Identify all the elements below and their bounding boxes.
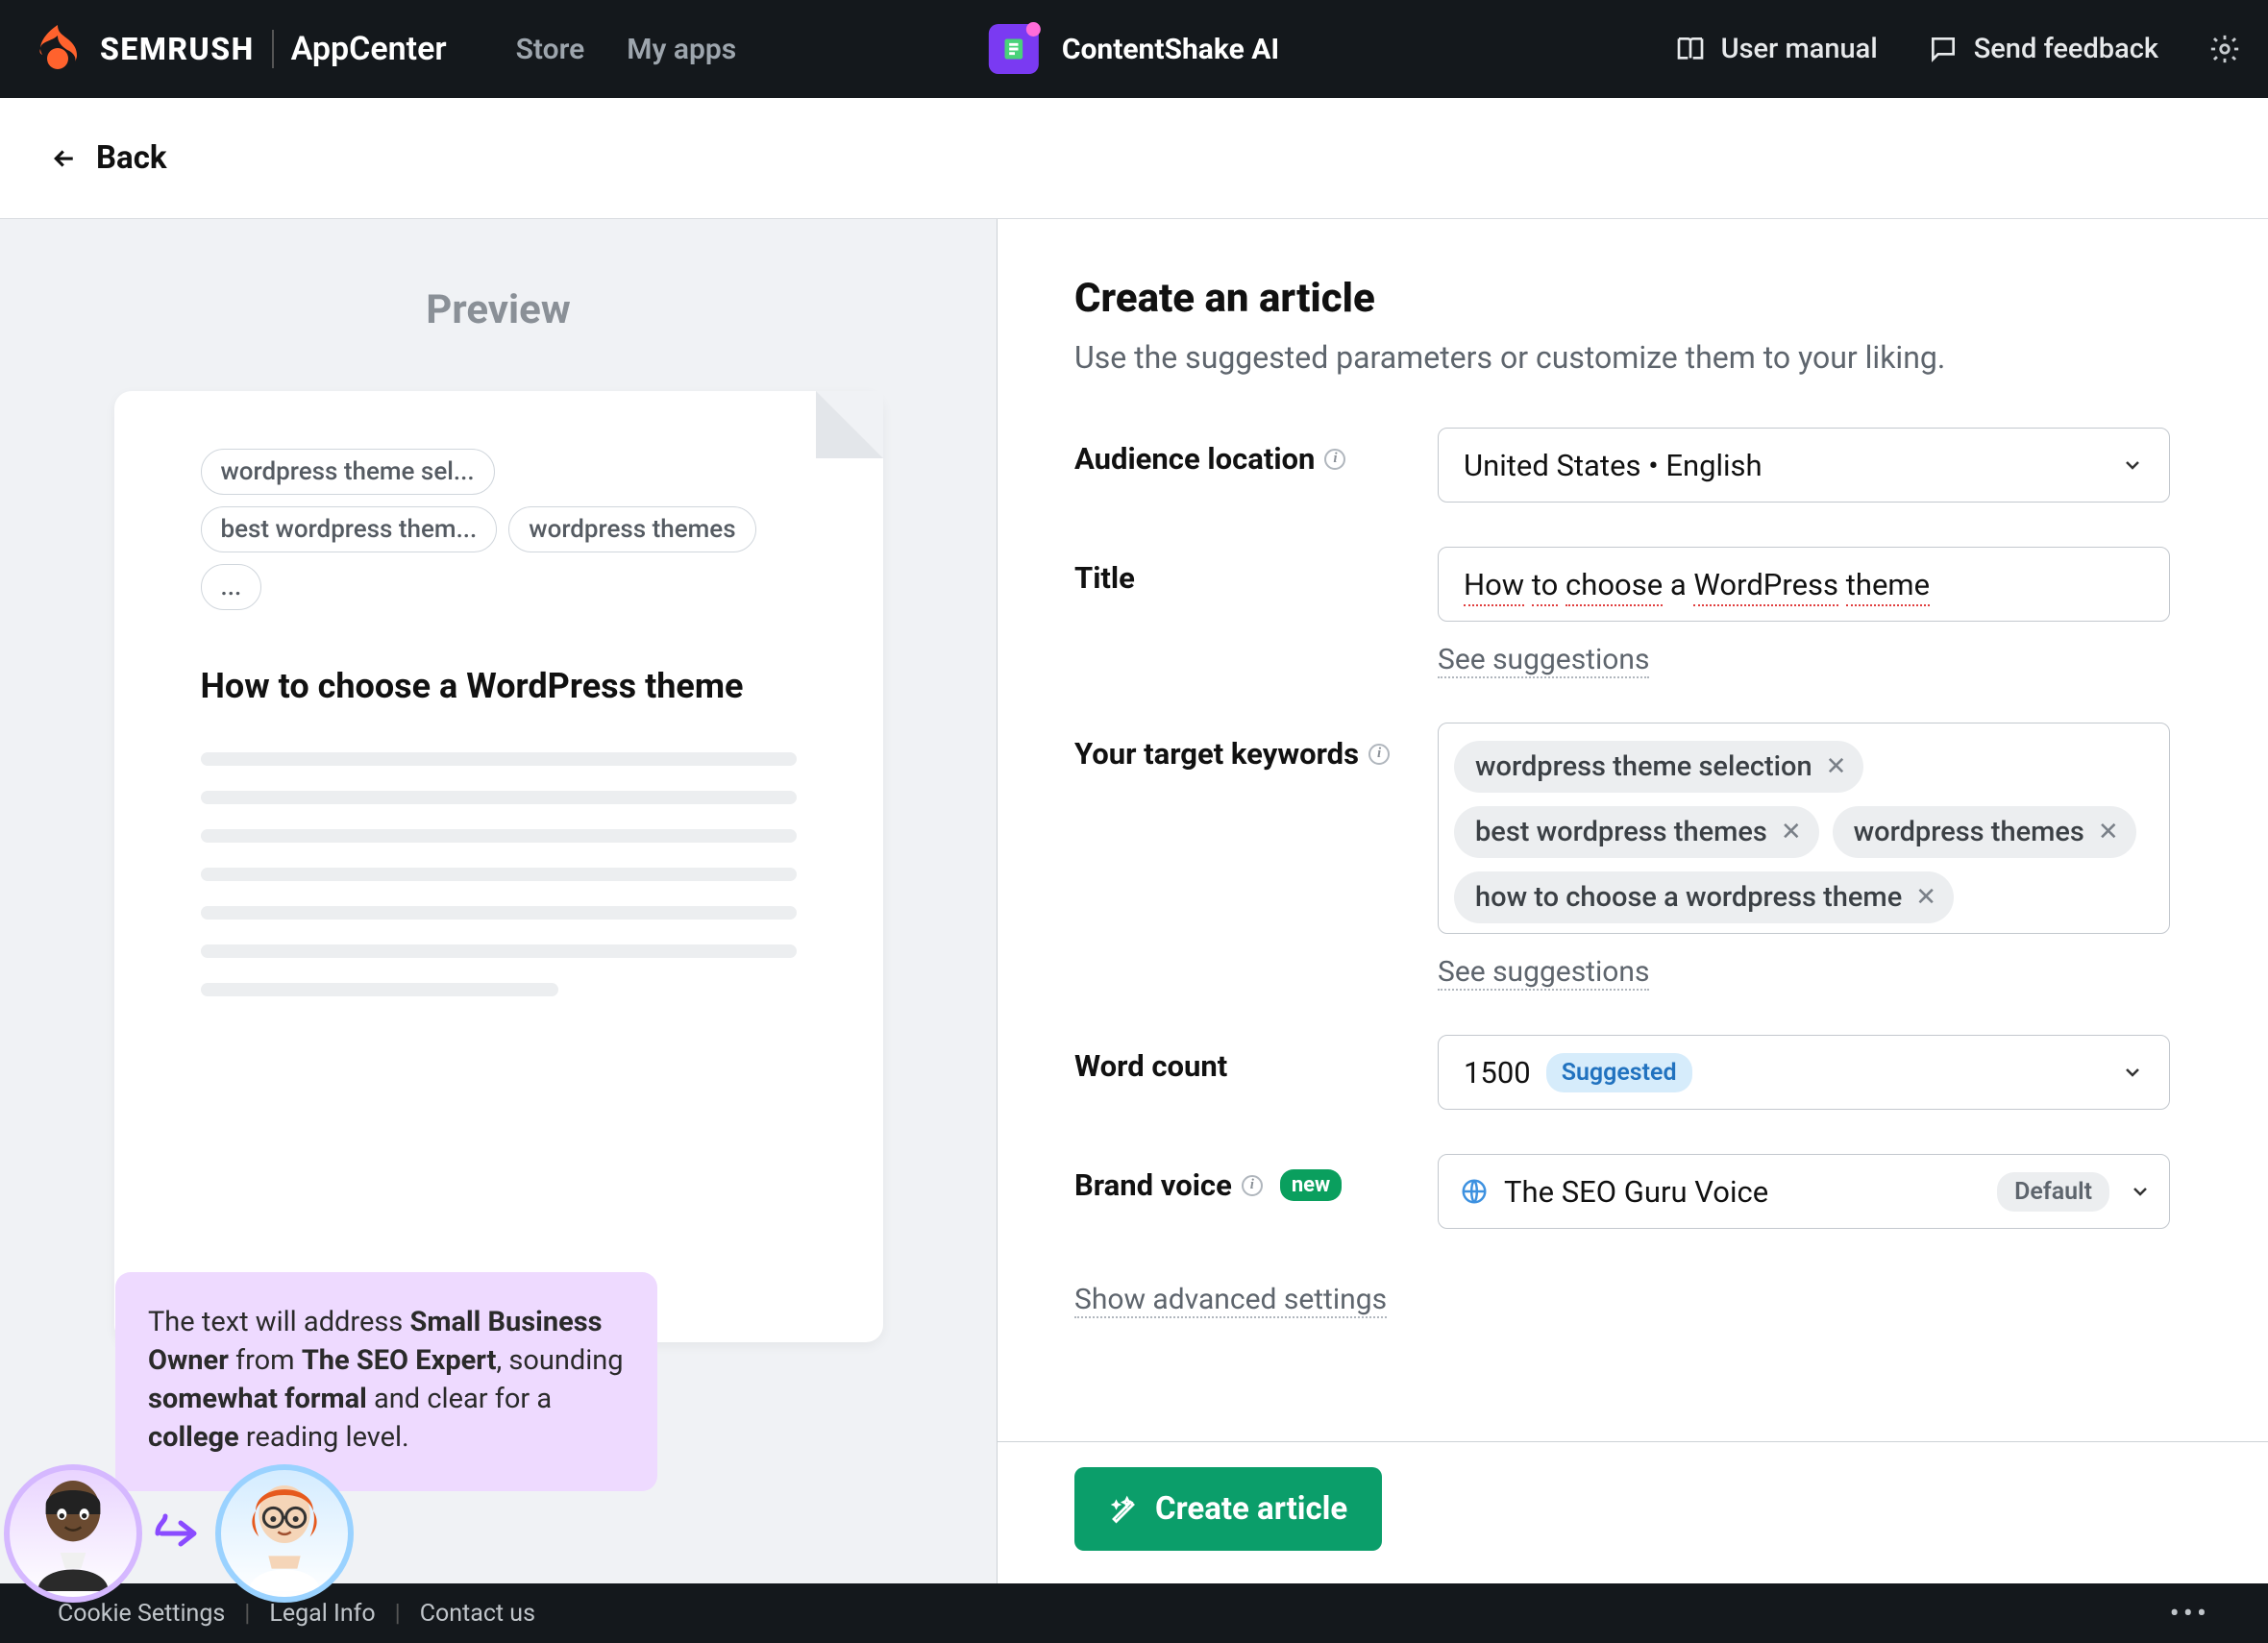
legal-info-link[interactable]: Legal Info	[269, 1600, 375, 1628]
app-icon	[989, 24, 1039, 74]
wordcount-label: Word count	[1074, 1035, 1438, 1084]
preview-tag: best wordpress them...	[201, 506, 498, 552]
preview-tag: ...	[201, 564, 262, 610]
keyword-chip[interactable]: wordpress theme selection✕	[1454, 741, 1863, 793]
user-manual-link[interactable]: User manual	[1675, 33, 1878, 65]
more-menu[interactable]: •••	[2170, 1597, 2210, 1631]
divider	[272, 30, 274, 68]
appcenter-label[interactable]: AppCenter	[291, 30, 447, 68]
cookie-settings-link[interactable]: Cookie Settings	[58, 1600, 225, 1628]
chevron-down-icon	[2121, 454, 2144, 477]
title-input[interactable]: How to choose a WordPress theme	[1438, 547, 2170, 622]
remove-keyword-icon[interactable]: ✕	[1781, 818, 1802, 846]
create-article-label: Create article	[1155, 1490, 1347, 1528]
user-manual-label: User manual	[1721, 33, 1878, 65]
info-icon[interactable]: i	[1324, 449, 1345, 470]
nav-myapps[interactable]: My apps	[627, 33, 736, 66]
gear-icon[interactable]	[2208, 33, 2241, 65]
preview-tag: wordpress themes	[508, 506, 755, 552]
chevron-down-icon	[2129, 1180, 2152, 1203]
preview-heading: Preview	[96, 286, 900, 333]
preview-document: wordpress theme sel... best wordpress the…	[114, 391, 883, 1342]
preview-tag: wordpress theme sel...	[201, 449, 495, 495]
page-subtitle: Use the suggested parameters or customiz…	[1074, 339, 2206, 376]
brand-text: SEMRUSH	[100, 31, 255, 67]
brand-voice-label: Brand voice i new	[1074, 1154, 1438, 1203]
keyword-chip[interactable]: how to choose a wordpress theme✕	[1454, 871, 1954, 923]
brand-voice-value: The SEO Guru Voice	[1504, 1174, 1768, 1210]
avatar-reader	[215, 1464, 354, 1603]
remove-keyword-icon[interactable]: ✕	[1915, 883, 1936, 912]
remove-keyword-icon[interactable]: ✕	[2098, 818, 2119, 846]
wordcount-select[interactable]: 1500 Suggested	[1438, 1035, 2170, 1110]
contact-link[interactable]: Contact us	[420, 1600, 535, 1628]
chevron-down-icon	[2121, 1061, 2144, 1084]
back-button[interactable]: Back	[50, 139, 167, 177]
audience-value: United States • English	[1464, 448, 1763, 483]
info-icon[interactable]: i	[1242, 1175, 1263, 1196]
keywords-suggestions-link[interactable]: See suggestions	[1438, 955, 1649, 991]
title-label: Title	[1074, 547, 1438, 596]
send-feedback-label: Send feedback	[1974, 33, 2158, 65]
arrow-right-icon	[152, 1509, 210, 1557]
preview-title: How to choose a WordPress theme	[201, 666, 797, 706]
remove-keyword-icon[interactable]: ✕	[1826, 752, 1847, 781]
keywords-label: Your target keywords i	[1074, 723, 1438, 772]
advanced-settings-link[interactable]: Show advanced settings	[1074, 1283, 1387, 1318]
flame-icon	[33, 23, 85, 75]
keywords-input[interactable]: wordpress theme selection✕ best wordpress…	[1438, 723, 2170, 934]
globe-icon	[1460, 1177, 1489, 1206]
book-icon	[1675, 34, 1706, 64]
keyword-chip[interactable]: best wordpress themes✕	[1454, 806, 1819, 858]
page-title: Create an article	[1074, 275, 2206, 322]
chat-icon	[1928, 34, 1959, 64]
persona-bubble: The text will address Small Business Own…	[115, 1272, 657, 1491]
arrow-left-icon	[50, 144, 79, 173]
brand-voice-select[interactable]: The SEO Guru Voice Default	[1438, 1154, 2170, 1229]
title-suggestions-link[interactable]: See suggestions	[1438, 643, 1649, 678]
audience-label: Audience location i	[1074, 428, 1438, 477]
send-feedback-link[interactable]: Send feedback	[1928, 33, 2158, 65]
default-pill: Default	[1997, 1172, 2109, 1212]
app-name: ContentShake AI	[1062, 33, 1279, 66]
suggested-badge: Suggested	[1546, 1053, 1692, 1092]
create-article-button[interactable]: Create article	[1074, 1467, 1382, 1551]
audience-select[interactable]: United States • English	[1438, 428, 2170, 503]
new-badge: new	[1280, 1169, 1342, 1201]
wand-icon	[1109, 1495, 1138, 1524]
keyword-chip[interactable]: wordpress themes✕	[1833, 806, 2136, 858]
info-icon[interactable]: i	[1368, 744, 1390, 765]
avatar-author	[4, 1464, 142, 1603]
nav-store[interactable]: Store	[516, 33, 585, 66]
back-label: Back	[96, 139, 167, 177]
brand-logo[interactable]: SEMRUSH	[33, 23, 255, 75]
wordcount-value: 1500	[1464, 1055, 1531, 1091]
